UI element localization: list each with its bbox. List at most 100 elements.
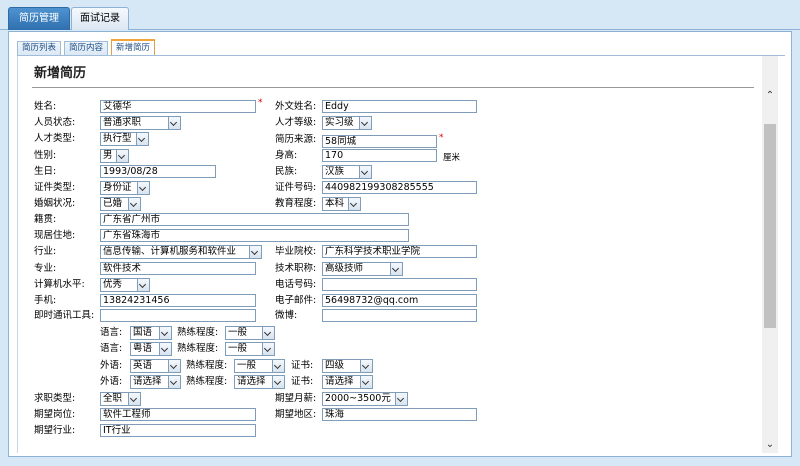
proficiency-label: 熟练程度:: [177, 343, 219, 354]
main-panel: 简历列表 简历内容 新增简历 新增简历 姓名: 艾德华 * 外文姓名: Eddy…: [8, 31, 792, 457]
id-type-value: 身份证: [103, 182, 132, 193]
language-select[interactable]: 粤语: [130, 342, 172, 356]
tech-title-select[interactable]: 高级技师: [322, 262, 403, 276]
scroll-up-icon[interactable]: ⌃: [762, 88, 778, 104]
proficiency-value: 一般: [237, 360, 257, 371]
school-label: 毕业院校:: [275, 246, 317, 257]
form-content: 新增简历 姓名: 艾德华 * 外文姓名: Eddy 人员状态: 普通求职 人才等…: [17, 56, 762, 453]
birthday-input[interactable]: 1993/08/28: [100, 165, 216, 178]
subtab-new-resume[interactable]: 新增简历: [111, 39, 156, 56]
page-title: 新增简历: [34, 66, 87, 81]
subtab-resume-list[interactable]: 简历列表: [17, 41, 62, 55]
residence-input[interactable]: 广东省珠海市: [100, 229, 409, 242]
subtab-resume-content[interactable]: 简历内容: [64, 41, 109, 55]
chevron-down-icon: [272, 360, 284, 372]
email-label: 电子邮件:: [275, 295, 317, 306]
ethnicity-label: 民族:: [275, 166, 298, 177]
proficiency-value: 一般: [228, 327, 248, 338]
language-label: 语言:: [100, 327, 123, 338]
chevron-down-icon: [359, 166, 371, 178]
certificate-value: 请选择: [325, 376, 354, 387]
language-value: 国语: [133, 327, 153, 338]
major-input[interactable]: 软件技术: [100, 262, 256, 275]
talent-type-value: 执行型: [103, 133, 132, 144]
language-select[interactable]: 国语: [130, 326, 172, 340]
marital-label: 婚姻状况:: [34, 198, 76, 209]
expected-salary-select[interactable]: 2000~3500元: [322, 392, 408, 406]
certificate-select[interactable]: 请选择: [322, 375, 373, 389]
industry-select[interactable]: 信息传输、计算机服务和软件业: [100, 245, 262, 259]
proficiency-select[interactable]: 请选择: [234, 375, 285, 389]
proficiency-label: 熟练程度:: [186, 376, 228, 387]
scroll-down-icon[interactable]: ⌄: [762, 437, 778, 453]
residence-label: 现居住地:: [34, 230, 76, 241]
job-type-select[interactable]: 全职: [100, 392, 141, 406]
expected-salary-value: 2000~3500元: [325, 393, 391, 404]
education-select[interactable]: 本科: [322, 197, 361, 211]
email-input[interactable]: 56498732@qq.com: [322, 294, 477, 307]
ethnicity-select[interactable]: 汉族: [322, 165, 372, 179]
status-select[interactable]: 普通求职: [100, 116, 181, 130]
proficiency-select[interactable]: 一般: [234, 359, 285, 373]
tech-title-label: 技术职称:: [275, 263, 317, 274]
english-name-label: 外文姓名:: [275, 101, 317, 112]
weibo-input[interactable]: [322, 309, 477, 322]
marital-select[interactable]: 已婚: [100, 197, 141, 211]
phone-input[interactable]: [322, 278, 477, 291]
name-label: 姓名:: [34, 101, 57, 112]
height-label: 身高:: [275, 150, 298, 161]
vertical-scrollbar[interactable]: ⌃ ⌄: [762, 56, 778, 453]
tab-resume-management[interactable]: 简历管理: [8, 7, 70, 30]
certificate-label: 证书:: [291, 376, 314, 387]
chevron-down-icon: [168, 117, 180, 129]
proficiency-select[interactable]: 一般: [225, 342, 275, 356]
gender-value: 男: [103, 150, 113, 161]
english-name-input[interactable]: Eddy: [322, 100, 477, 113]
computer-level-value: 优秀: [103, 279, 123, 290]
chevron-down-icon: [360, 360, 372, 372]
school-input[interactable]: 广东科学技术职业学院: [322, 245, 477, 258]
tab-interview-records[interactable]: 面试记录: [71, 7, 129, 30]
chevron-down-icon: [116, 150, 128, 162]
id-number-label: 证件号码:: [275, 182, 317, 193]
chevron-down-icon: [249, 246, 261, 258]
id-type-select[interactable]: 身份证: [100, 181, 150, 195]
ethnicity-value: 汉族: [325, 166, 345, 177]
chevron-down-icon: [137, 182, 149, 194]
source-input[interactable]: 58同城: [322, 135, 437, 148]
mobile-label: 手机:: [34, 295, 57, 306]
id-number-input[interactable]: 440982199308285555: [322, 181, 477, 194]
native-place-input[interactable]: 广东省广州市: [100, 213, 409, 226]
foreign-language-select[interactable]: 英语: [130, 359, 181, 373]
height-input[interactable]: 170: [322, 149, 437, 162]
source-label: 简历来源:: [275, 134, 317, 145]
scrollbar-thumb[interactable]: [764, 124, 776, 328]
proficiency-select[interactable]: 一般: [225, 326, 275, 340]
required-mark: *: [258, 98, 263, 108]
certificate-select[interactable]: 四级: [322, 359, 373, 373]
foreign-language-value: 请选择: [133, 376, 162, 387]
expected-region-input[interactable]: 珠海: [322, 408, 477, 421]
name-input[interactable]: 艾德华: [100, 100, 256, 113]
job-type-value: 全职: [103, 393, 123, 404]
talent-level-select[interactable]: 实习级: [322, 116, 372, 130]
im-tool-input[interactable]: [100, 309, 256, 322]
chevron-down-icon: [168, 376, 180, 388]
proficiency-label: 熟练程度:: [177, 327, 219, 338]
language-value: 粤语: [133, 343, 153, 354]
computer-level-label: 计算机水平:: [34, 279, 85, 290]
title-divider: [32, 87, 754, 88]
expected-industry-input[interactable]: IT行业: [100, 424, 256, 437]
talent-type-select[interactable]: 执行型: [100, 132, 149, 146]
foreign-language-select[interactable]: 请选择: [130, 375, 181, 389]
birthday-label: 生日:: [34, 166, 57, 177]
chevron-down-icon: [272, 376, 284, 388]
job-type-label: 求职类型:: [34, 393, 76, 404]
gender-select[interactable]: 男: [100, 149, 129, 163]
expected-position-label: 期望岗位:: [34, 409, 76, 420]
computer-level-select[interactable]: 优秀: [100, 278, 150, 292]
mobile-input[interactable]: 13824231456: [100, 294, 256, 307]
expected-position-input[interactable]: 软件工程师: [100, 408, 256, 421]
industry-label: 行业:: [34, 246, 57, 257]
chevron-down-icon: [137, 279, 149, 291]
